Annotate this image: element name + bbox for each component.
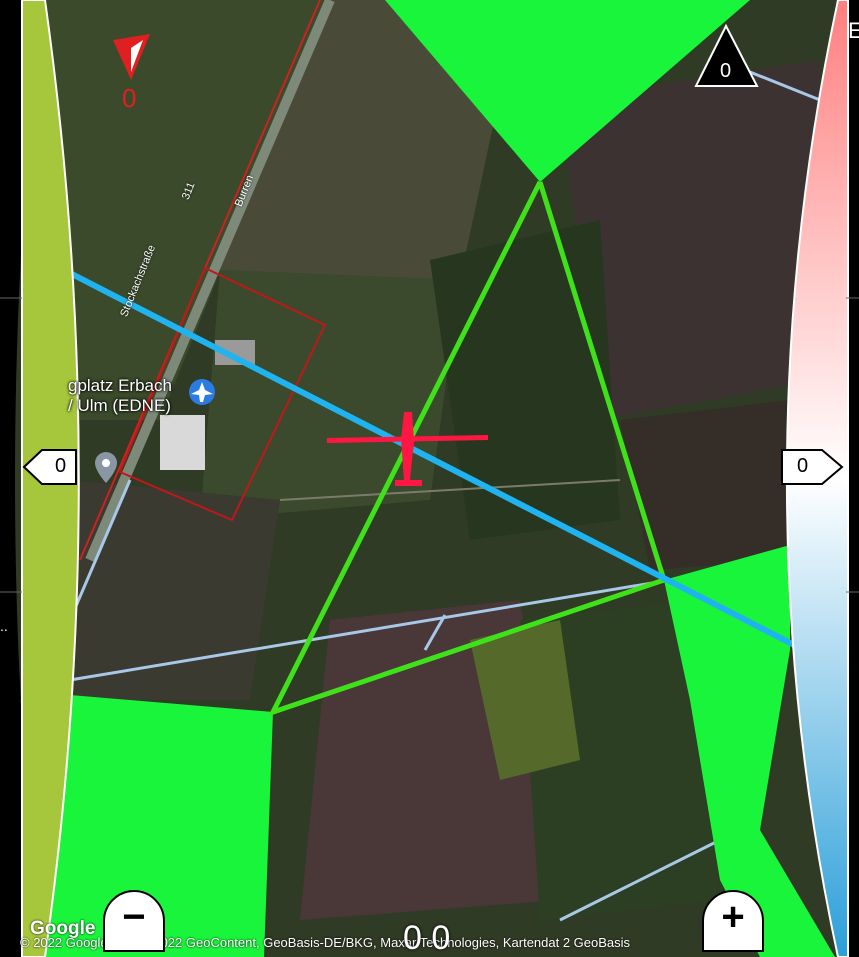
field-patch	[620, 400, 790, 570]
top-right-label: E	[848, 18, 859, 43]
map-canvas[interactable]	[0, 0, 859, 957]
zoom-out-label: −	[122, 895, 146, 939]
zoom-out-button[interactable]: −	[103, 890, 165, 952]
poi-label-line1: gplatz Erbach	[68, 376, 172, 395]
glide-map-screen: gplatz Erbach / Ulm (EDNE) 311 Burren St…	[0, 0, 859, 957]
field-patch	[70, 480, 280, 700]
right-indicator-value: 0	[797, 455, 809, 477]
ground-speed-readout: 0 0	[403, 919, 451, 957]
zoom-in-label: +	[721, 895, 745, 939]
hangar-building	[160, 415, 205, 470]
left-indicator-value: 0	[55, 455, 67, 477]
zoom-in-button[interactable]: +	[702, 890, 764, 952]
location-pin-dot	[102, 459, 110, 467]
compass-value: 0	[720, 60, 732, 82]
poi-label-line2: / Ulm (EDNE)	[68, 396, 171, 415]
left-overflow-dots: ..	[0, 618, 8, 634]
wind-value: 0	[122, 83, 137, 113]
